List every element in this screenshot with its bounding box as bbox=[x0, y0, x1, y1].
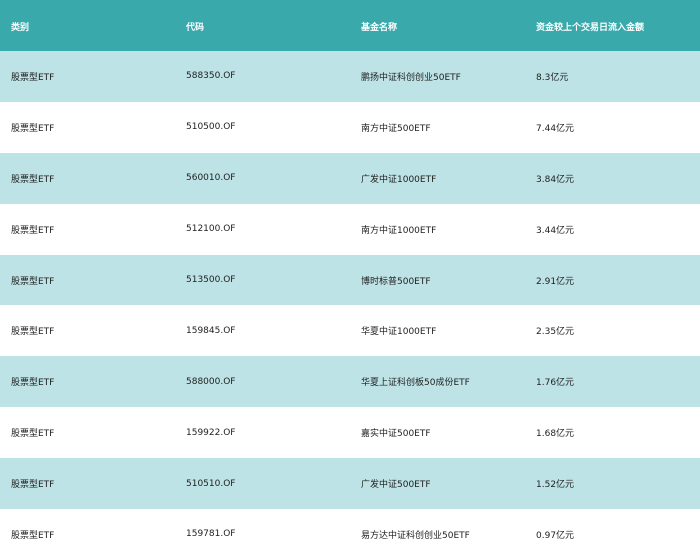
code-cell: 510500.OF bbox=[186, 122, 236, 133]
category-cell: 股票型ETF bbox=[11, 276, 55, 287]
code-cell: 512100.OF bbox=[186, 224, 236, 235]
inflow-cell: 3.44亿元 bbox=[536, 225, 575, 236]
code-cell: 159845.OF bbox=[186, 325, 236, 336]
header-inflow-amount: 资金较上个交易日流入金额 bbox=[536, 23, 645, 33]
fund-name-cell: 南方中证500ETF bbox=[361, 123, 431, 134]
table-row: 股票型ETF 513500.OF 博时标普500ETF 2.91亿元 bbox=[0, 254, 700, 306]
code-cell: 159922.OF bbox=[186, 427, 236, 438]
table-row: 股票型ETF 560010.OF 广发中证1000ETF 3.84亿元 bbox=[0, 152, 700, 204]
inflow-cell: 1.68亿元 bbox=[536, 429, 575, 440]
fund-name-cell: 嘉实中证500ETF bbox=[361, 429, 431, 440]
header-code: 代码 bbox=[186, 23, 205, 33]
fund-flow-table: 类别 代码 基金名称 资金较上个交易日流入金额 股票型ETF 588350.OF… bbox=[0, 0, 700, 560]
fund-name-cell: 南方中证1000ETF bbox=[361, 225, 437, 236]
table-row: 股票型ETF 159781.OF 易方达中证科创创业50ETF 0.97亿元 bbox=[0, 509, 700, 560]
category-cell: 股票型ETF bbox=[11, 480, 55, 491]
inflow-cell: 2.35亿元 bbox=[536, 327, 575, 338]
code-cell: 513500.OF bbox=[186, 275, 236, 285]
fund-name-cell: 广发中证1000ETF bbox=[361, 174, 437, 185]
table-row: 股票型ETF 512100.OF 南方中证1000ETF 3.44亿元 bbox=[0, 203, 700, 255]
table-row: 股票型ETF 510500.OF 南方中证500ETF 7.44亿元 bbox=[0, 101, 700, 153]
category-cell: 股票型ETF bbox=[11, 72, 55, 83]
table-header-row: 类别 代码 基金名称 资金较上个交易日流入金额 bbox=[0, 0, 700, 51]
table-row: 股票型ETF 510510.OF 广发中证500ETF 1.52亿元 bbox=[0, 458, 700, 510]
table-row: 股票型ETF 159845.OF 华夏中证1000ETF 2.35亿元 bbox=[0, 305, 700, 357]
inflow-cell: 1.52亿元 bbox=[536, 480, 575, 491]
inflow-cell: 2.91亿元 bbox=[536, 276, 575, 287]
code-cell: 588350.OF bbox=[186, 71, 236, 82]
category-cell: 股票型ETF bbox=[11, 378, 55, 389]
inflow-cell: 8.3亿元 bbox=[536, 72, 569, 83]
category-cell: 股票型ETF bbox=[11, 174, 55, 185]
code-cell: 510510.OF bbox=[186, 478, 236, 489]
category-cell: 股票型ETF bbox=[11, 123, 55, 134]
fund-name-cell: 博时标普500ETF bbox=[361, 276, 431, 287]
header-category: 类别 bbox=[11, 23, 30, 33]
category-cell: 股票型ETF bbox=[11, 327, 55, 338]
table-row: 股票型ETF 588000.OF 华夏上证科创板50成份ETF 1.76亿元 bbox=[0, 356, 700, 408]
table-row: 股票型ETF 159922.OF 嘉实中证500ETF 1.68亿元 bbox=[0, 407, 700, 459]
fund-name-cell: 鹏扬中证科创创业50ETF bbox=[361, 72, 461, 83]
category-cell: 股票型ETF bbox=[11, 530, 55, 541]
header-fund-name: 基金名称 bbox=[361, 23, 398, 33]
inflow-cell: 7.44亿元 bbox=[536, 123, 575, 134]
table-row: 股票型ETF 588350.OF 鹏扬中证科创创业50ETF 8.3亿元 bbox=[0, 51, 700, 102]
fund-name-cell: 广发中证500ETF bbox=[361, 480, 431, 491]
inflow-cell: 1.76亿元 bbox=[536, 378, 575, 389]
code-cell: 560010.OF bbox=[186, 173, 236, 184]
fund-name-cell: 华夏上证科创板50成份ETF bbox=[361, 378, 470, 389]
fund-name-cell: 易方达中证科创创业50ETF bbox=[361, 530, 470, 541]
fund-name-cell: 华夏中证1000ETF bbox=[361, 327, 437, 338]
code-cell: 159781.OF bbox=[186, 529, 236, 540]
code-cell: 588000.OF bbox=[186, 376, 236, 387]
category-cell: 股票型ETF bbox=[11, 429, 55, 440]
inflow-cell: 0.97亿元 bbox=[536, 530, 575, 541]
inflow-cell: 3.84亿元 bbox=[536, 174, 575, 185]
category-cell: 股票型ETF bbox=[11, 225, 55, 236]
